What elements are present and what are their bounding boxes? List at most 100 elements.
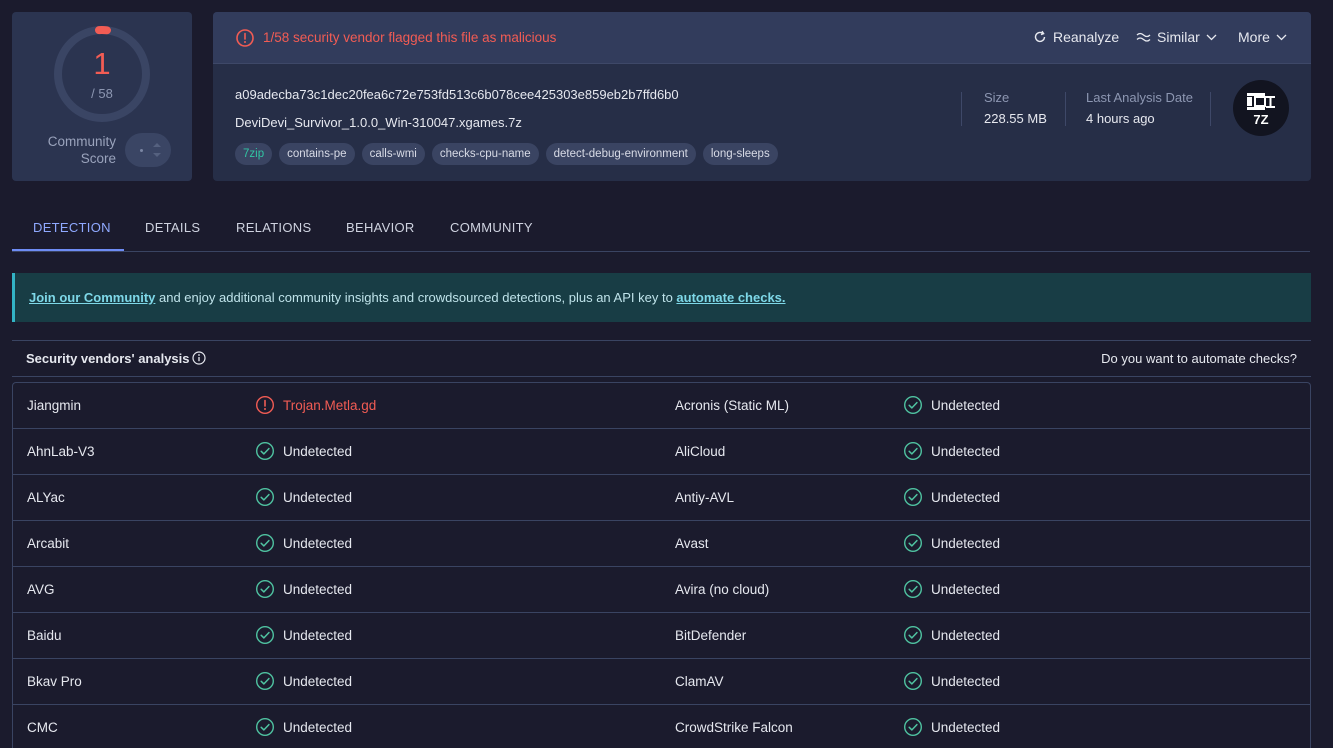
vendor-result-label: Undetected <box>283 627 353 643</box>
community-score-label: Community Score <box>47 134 116 166</box>
vendor-name: Arcabit <box>27 536 70 551</box>
check-circle-icon <box>903 625 923 645</box>
join-community-link[interactable]: Join our Community <box>29 290 155 305</box>
check-circle-icon <box>255 487 275 507</box>
vendor-name: Baidu <box>27 628 62 643</box>
tag-long-sleeps[interactable]: long-sleeps <box>702 143 778 165</box>
vendor-result: Undetected <box>255 717 352 737</box>
vendor-result-label: Trojan.Metla.gd <box>283 397 377 413</box>
vendor-result: Undetected <box>255 671 352 691</box>
detection-total: / 58 <box>91 86 113 101</box>
vendor-row: AVG Undetected Avira (no cloud) Undetected <box>13 567 1310 613</box>
banner-middle-text: and enjoy additional community insights … <box>155 290 677 305</box>
tab-relations[interactable]: RELATIONS <box>236 220 311 235</box>
vendor-row: ALYac Undetected Antiy-AVL Undetected <box>13 475 1310 521</box>
vendor-name: CMC <box>27 720 58 735</box>
tag-contains-pe[interactable]: contains-pe <box>279 143 355 165</box>
community-score-dot <box>140 149 143 152</box>
file-summary-card: 1/58 security vendor flagged this file a… <box>213 12 1311 181</box>
info-icon[interactable] <box>192 351 206 365</box>
vendors-table: Jiangmin Trojan.Metla.gd Acronis (Static M… <box>12 382 1311 748</box>
vendor-result-label: Undetected <box>931 719 1001 735</box>
similar-label: Similar <box>1157 29 1200 45</box>
vendor-row: Arcabit Undetected Avast Undetected <box>13 521 1310 567</box>
community-vote-toggle[interactable] <box>125 133 171 167</box>
divider <box>961 92 962 126</box>
vote-down-icon[interactable] <box>153 153 161 157</box>
community-banner: Join our Community and enjoy additional … <box>12 273 1311 322</box>
check-circle-icon <box>255 717 275 737</box>
vendor-result-label: Undetected <box>283 719 353 735</box>
tag-7zip[interactable]: 7zip <box>235 143 273 165</box>
file-hash[interactable]: a09adecba73c1dec20fea6c72e753fd513c6b078… <box>235 87 679 102</box>
vendor-result: Trojan.Metla.gd <box>255 395 376 415</box>
vendors-section-title: Security vendors' analysis <box>26 351 190 366</box>
vendor-result: Undetected <box>903 717 1000 737</box>
similar-dropdown[interactable]: Similar <box>1136 29 1217 45</box>
vendor-result-label: Undetected <box>931 535 1001 551</box>
report-tabs: DETECTION DETAILS RELATIONS BEHAVIOR COM… <box>12 209 1310 252</box>
archive-7z-icon: 7Z <box>1247 93 1275 127</box>
vendor-name: ALYac <box>27 490 65 505</box>
divider <box>1210 92 1211 126</box>
vendor-result-label: Undetected <box>931 397 1001 413</box>
check-circle-icon <box>255 671 275 691</box>
check-circle-icon <box>903 395 923 415</box>
vendor-result: Undetected <box>903 533 1000 553</box>
vendor-name: Bkav Pro <box>27 674 82 689</box>
reanalyze-button[interactable]: Reanalyze <box>1033 29 1119 45</box>
check-circle-icon <box>255 533 275 553</box>
vendor-result-label: Undetected <box>931 581 1001 597</box>
detection-count: 1 <box>93 46 111 81</box>
file-type-badge-text: 7Z <box>1253 112 1268 127</box>
vendor-row: Baidu Undetected BitDefender Undetected <box>13 613 1310 659</box>
last-analysis-label: Last Analysis Date <box>1086 90 1193 105</box>
vendor-row: Jiangmin Trojan.Metla.gd Acronis (Static M… <box>13 383 1310 429</box>
vendor-name: Antiy-AVL <box>675 490 735 505</box>
check-circle-icon <box>255 441 275 461</box>
check-circle-icon <box>903 579 923 599</box>
vendor-result-label: Undetected <box>931 489 1001 505</box>
vendor-result: Undetected <box>903 625 1000 645</box>
vendor-result: Undetected <box>255 579 352 599</box>
tab-detection[interactable]: DETECTION <box>33 220 111 235</box>
divider <box>1065 92 1066 126</box>
reanalyze-label: Reanalyze <box>1053 29 1120 45</box>
tab-details[interactable]: DETAILS <box>145 220 200 235</box>
vendors-section-header: Security vendors' analysis Do you want t… <box>12 340 1311 377</box>
vendor-result: Undetected <box>903 395 1000 415</box>
community-banner-text: Join our Community and enjoy additional … <box>29 290 786 305</box>
vendor-result-label: Undetected <box>283 581 353 597</box>
file-name: DeviDevi_Survivor_1.0.0_Win-310047.xgame… <box>235 115 522 130</box>
check-circle-icon <box>903 671 923 691</box>
vendor-result-label: Undetected <box>931 443 1001 459</box>
check-circle-icon <box>903 717 923 737</box>
malicious-alert-text: 1/58 security vendor flagged this file a… <box>263 30 557 45</box>
vendor-name: CrowdStrike Falcon <box>675 720 793 735</box>
refresh-icon <box>1034 30 1046 43</box>
vendor-result-label: Undetected <box>283 489 353 505</box>
vendor-name: AliCloud <box>675 444 726 459</box>
vote-up-icon[interactable] <box>153 143 161 147</box>
alert-circle-icon <box>236 29 254 47</box>
check-circle-icon <box>903 441 923 461</box>
vendor-result: Undetected <box>903 487 1000 507</box>
automate-checks-prompt[interactable]: Do you want to automate checks? <box>1101 351 1297 366</box>
more-dropdown[interactable]: More <box>1238 29 1287 45</box>
vendor-result-label: Undetected <box>931 673 1001 689</box>
tag-calls-wmi[interactable]: calls-wmi <box>361 143 425 165</box>
automate-checks-link[interactable]: automate checks. <box>676 290 785 305</box>
vendor-name: Jiangmin <box>27 398 82 413</box>
vendor-result: Undetected <box>255 625 352 645</box>
vendor-result-label: Undetected <box>931 627 1001 643</box>
tab-community[interactable]: COMMUNITY <box>450 220 533 235</box>
vendor-name: AhnLab-V3 <box>27 444 95 459</box>
tab-behavior[interactable]: BEHAVIOR <box>346 220 415 235</box>
vendor-result: Undetected <box>903 441 1000 461</box>
tag-detect-debug-environment[interactable]: detect-debug-environment <box>545 143 696 165</box>
active-tab-indicator <box>12 249 124 251</box>
vendor-name: Acronis (Static ML) <box>675 398 790 413</box>
tag-checks-cpu-name[interactable]: checks-cpu-name <box>431 143 539 165</box>
vendor-row: Bkav Pro Undetected ClamAV Undetected <box>13 659 1310 705</box>
file-type-badge: 7Z <box>1233 80 1289 136</box>
